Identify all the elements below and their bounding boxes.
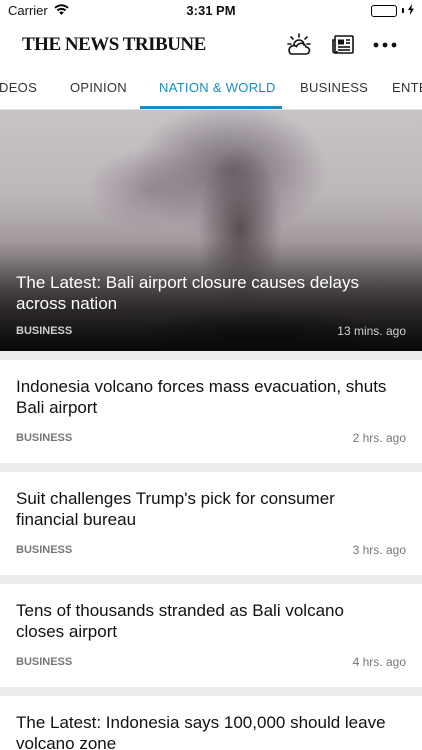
brand-logo[interactable]: THE NEWS TRIBUNE [22, 34, 206, 56]
article-category: BUSINESS [16, 544, 73, 556]
status-bar: Carrier 3:31 PM [0, 0, 422, 22]
battery-icon [371, 4, 397, 17]
article-headline: Tens of thousands stranded as Bali volca… [16, 601, 344, 641]
weather-icon[interactable] [284, 30, 314, 60]
status-time: 3:31 PM [186, 3, 236, 18]
bolt-icon [408, 3, 414, 18]
article-timestamp: 3 hrs. ago [352, 543, 406, 557]
newspaper-icon[interactable] [328, 30, 358, 60]
tab-nation-world[interactable]: NATION & WORLD [159, 80, 276, 95]
article-timestamp: 4 hrs. ago [352, 655, 406, 669]
battery-tip [402, 8, 404, 13]
hero-category: BUSINESS [16, 325, 73, 337]
hero-timestamp: 13 mins. ago [337, 324, 406, 338]
article-card[interactable]: Suit challenges Trump's pick for consume… [0, 472, 422, 575]
article-timestamp: 2 hrs. ago [352, 431, 406, 445]
tab-opinion[interactable]: OPINION [70, 80, 127, 95]
article-card[interactable]: Indonesia volcano forces mass evacuation… [0, 360, 422, 463]
tab-entertainment[interactable]: ENTE [392, 80, 422, 95]
more-icon[interactable] [370, 30, 400, 60]
article-card[interactable]: The Latest: Indonesia says 100,000 shoul… [0, 696, 422, 750]
app-header: THE NEWS TRIBUNE [0, 22, 422, 66]
tab-videos[interactable]: DEOS [0, 80, 37, 95]
tab-business[interactable]: BUSINESS [300, 80, 368, 95]
status-right [371, 3, 414, 18]
article-card[interactable]: Tens of thousands stranded as Bali volca… [0, 584, 422, 687]
active-tab-indicator [140, 106, 282, 109]
hero-headline: The Latest: Bali airport closure causes … [16, 273, 360, 313]
article-category: BUSINESS [16, 656, 73, 668]
section-tabs: DEOS OPINION NATION & WORLD BUSINESS ENT… [0, 66, 422, 110]
hero-story[interactable]: The Latest: Bali airport closure causes … [0, 110, 422, 351]
article-headline: Indonesia volcano forces mass evacuation… [16, 377, 387, 417]
article-headline: Suit challenges Trump's pick for consume… [16, 489, 335, 529]
article-headline: The Latest: Indonesia says 100,000 shoul… [16, 713, 386, 750]
article-category: BUSINESS [16, 432, 73, 444]
